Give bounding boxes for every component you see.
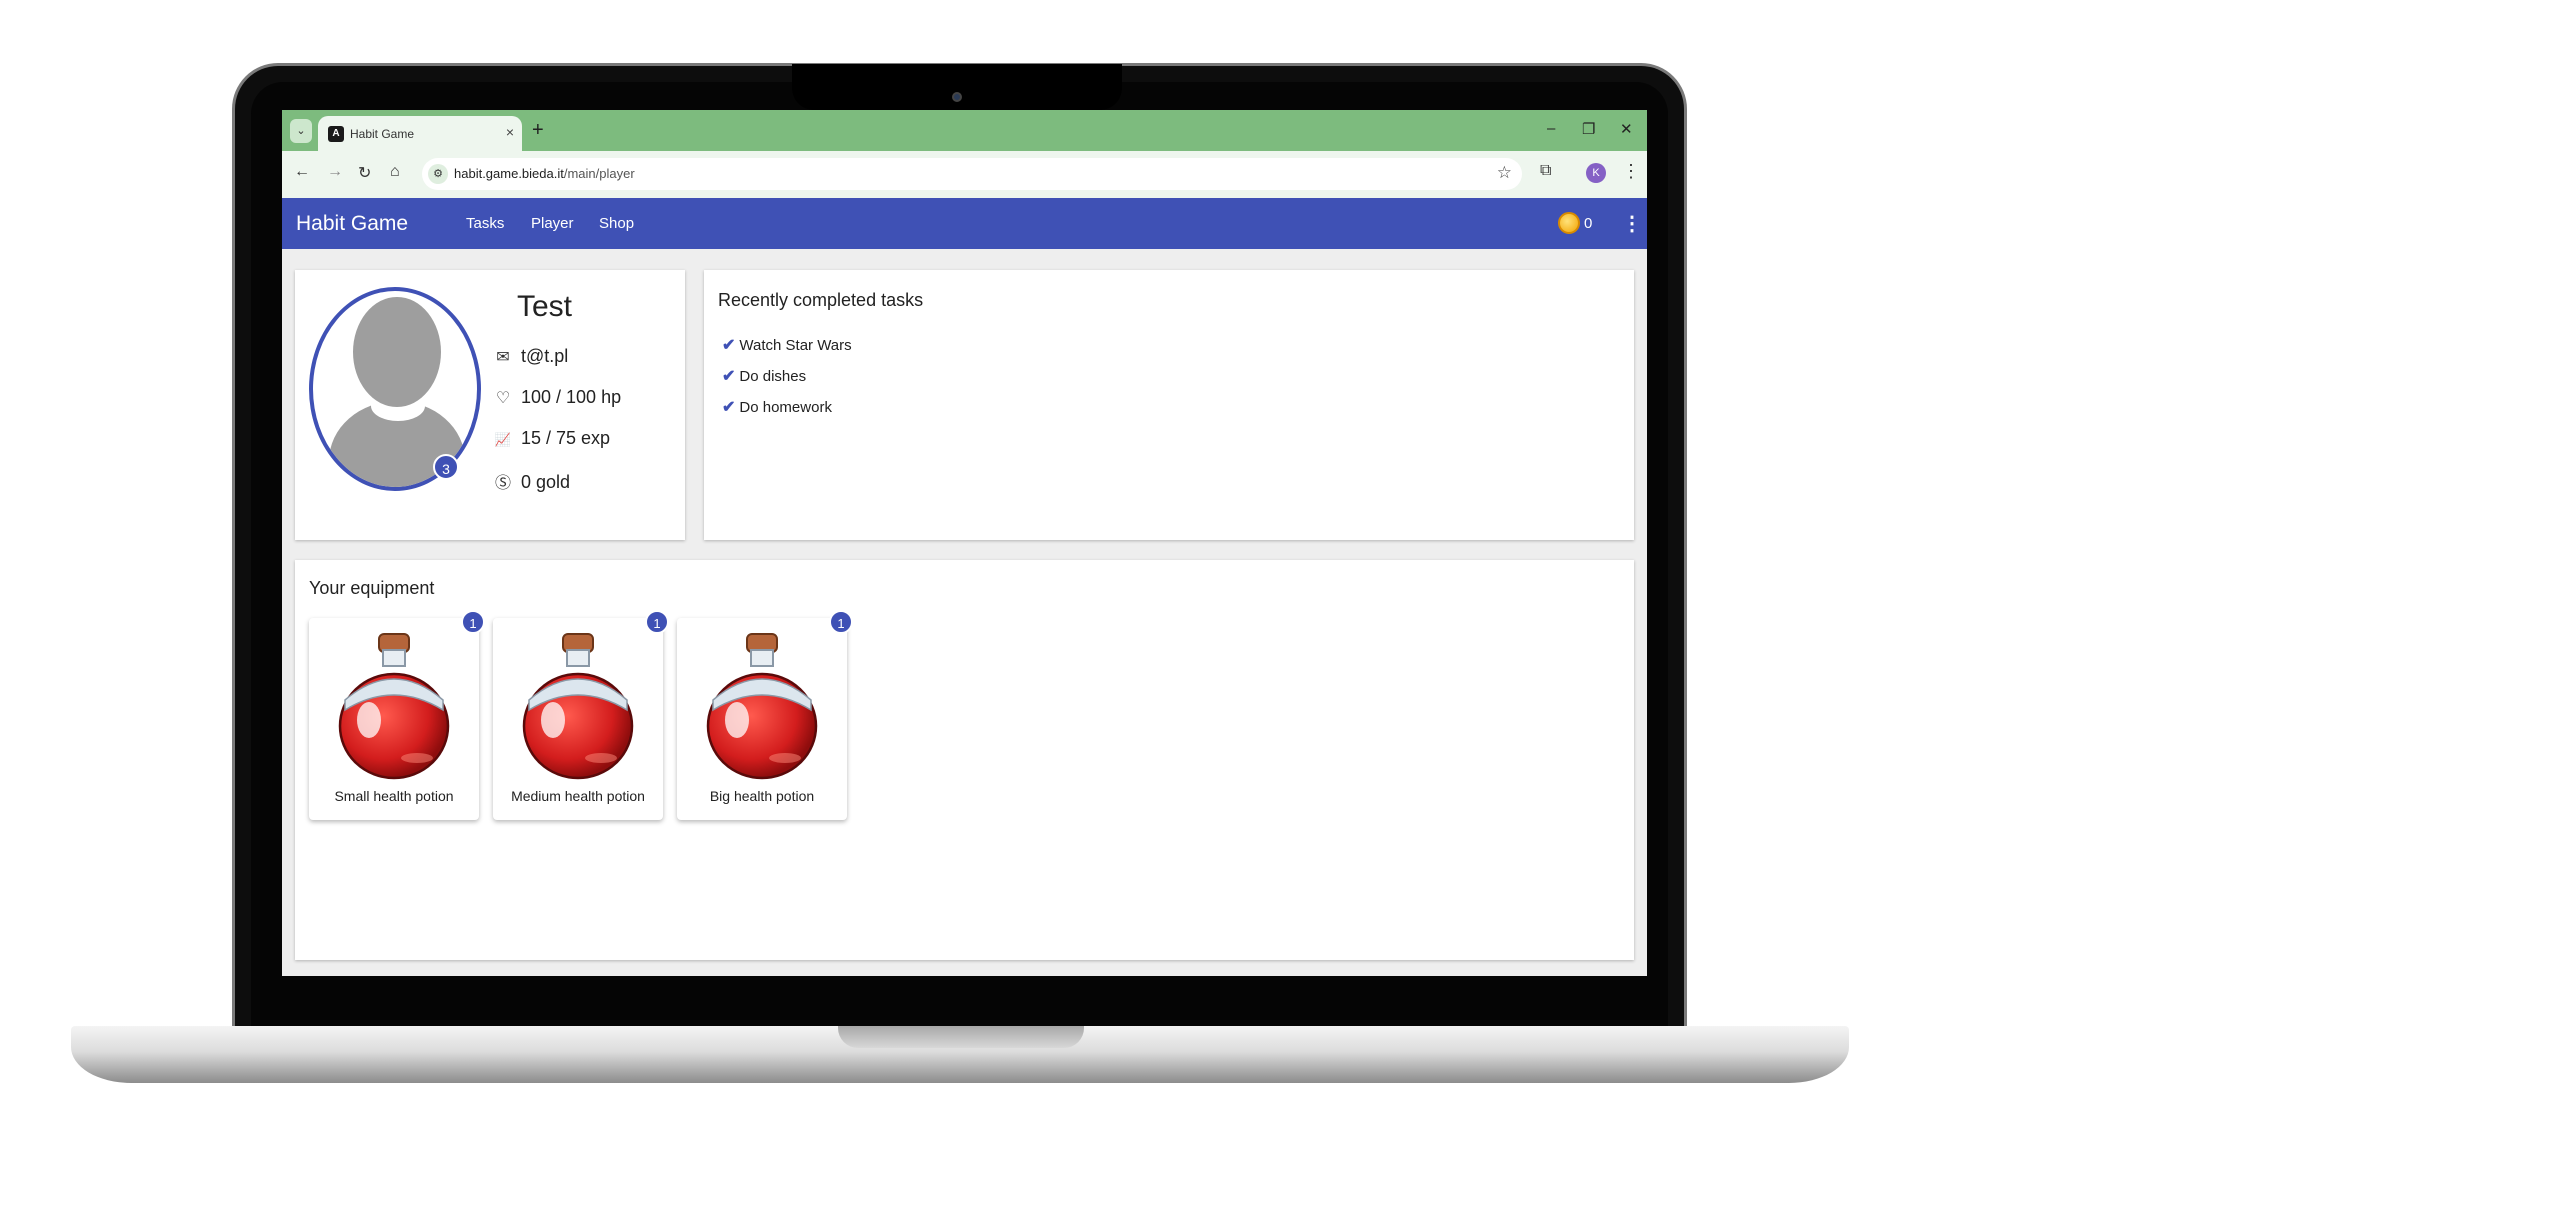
player-profile-card: 3 Test ✉ t@t.pl ♡ 100 / 100 hp 📈 15 / 75 ex… [295, 270, 685, 540]
health-potion-icon [338, 633, 450, 780]
extensions-icon[interactable]: ⧉ [1540, 162, 1551, 180]
recent-tasks-card: Recently completed tasks ✔ Watch Star War… [704, 270, 1634, 540]
item-count-badge: 1 [461, 610, 485, 634]
level-badge: 3 [433, 454, 459, 480]
task-label: Do dishes [739, 368, 807, 385]
check-icon: ✔ [722, 337, 736, 354]
health-potion-icon [522, 633, 634, 780]
item-name: Small health potion [334, 788, 454, 804]
gold-coin-icon [1558, 212, 1580, 234]
browser-tab[interactable]: A Habit Game × [318, 116, 522, 151]
tab-title: Habit Game [350, 127, 415, 141]
equipment-heading: Your equipment [309, 578, 435, 598]
back-icon[interactable]: ← [294, 163, 310, 181]
stat-gold: Ⓢ 0 gold [491, 469, 570, 493]
exp-value: 15 / 75 exp [521, 428, 611, 448]
new-tab-button[interactable]: + [532, 119, 544, 142]
equipment-item[interactable]: 1 Big health potion [677, 610, 853, 820]
player-name: Test [517, 290, 573, 323]
webcam-icon [952, 92, 962, 102]
profile-avatar[interactable]: K [1586, 163, 1606, 183]
url-host: habit.game.bieda.it [454, 166, 564, 181]
url-text[interactable]: habit.game.bieda.it/main/player [454, 166, 635, 181]
reload-icon[interactable]: ↻ [358, 163, 371, 183]
gold-value: 0 gold [521, 472, 571, 492]
equipment-card: Your equipment 1 Small health potion 1 M… [295, 560, 1634, 960]
equipment-item[interactable]: 1 Small health potion [309, 610, 485, 820]
url-path: /main/player [563, 166, 635, 181]
close-window-button[interactable]: ✕ [1620, 120, 1633, 138]
site-info-icon[interactable]: ⚙ [428, 164, 448, 184]
item-name: Big health potion [709, 788, 815, 804]
address-bar[interactable]: ⚙ habit.game.bieda.it/main/player ☆ [422, 158, 1522, 190]
laptop-hinge-cutout [838, 1026, 1084, 1048]
forward-icon[interactable]: → [327, 163, 343, 181]
item-count-badge: 1 [829, 610, 853, 634]
bookmark-star-icon[interactable]: ☆ [1497, 163, 1512, 183]
laptop-screen: ⌄ A Habit Game × + – ❐ ✕ ← → ↻ ⌂ ⚙ habit… [282, 110, 1647, 976]
nav-shop[interactable]: Shop [599, 215, 634, 232]
hp-value: 100 / 100 hp [521, 387, 622, 407]
avatar-head [353, 297, 441, 407]
nav-tasks[interactable]: Tasks [466, 215, 504, 232]
stat-email: ✉ t@t.pl [491, 346, 568, 367]
heart-icon: ♡ [495, 390, 511, 407]
stat-hp: ♡ 100 / 100 hp [491, 387, 621, 408]
app-title[interactable]: Habit Game [296, 212, 408, 236]
recent-tasks-heading: Recently completed tasks [718, 290, 924, 310]
task-label: Do homework [739, 399, 832, 416]
task-item: ✔ Do homework [722, 397, 832, 417]
browser-menu-icon[interactable]: ⋮ [1622, 161, 1640, 182]
email-value: t@t.pl [521, 346, 569, 366]
nav-player[interactable]: Player [531, 215, 574, 232]
chart-icon: 📈 [494, 432, 512, 447]
tab-search-button[interactable]: ⌄ [290, 119, 312, 143]
task-label: Watch Star Wars [739, 337, 852, 354]
browser-tab-bar: ⌄ A Habit Game × + – ❐ ✕ [282, 110, 1647, 151]
task-item: ✔ Watch Star Wars [722, 335, 852, 355]
item-name: Medium health potion [511, 788, 645, 804]
restore-button[interactable]: ❐ [1582, 120, 1595, 138]
check-icon: ✔ [722, 368, 736, 385]
gold-balance: 0 [1584, 215, 1593, 232]
stat-exp: 📈 15 / 75 exp [491, 428, 610, 449]
app-menu-icon[interactable]: ⋮ [1622, 211, 1642, 236]
coin-icon: Ⓢ [494, 475, 511, 492]
check-icon: ✔ [722, 399, 736, 416]
app-toolbar: Habit Game Tasks Player Shop 0 ⋮ [282, 198, 1647, 249]
equipment-item[interactable]: 1 Medium health potion [493, 610, 669, 820]
email-icon: ✉ [496, 349, 510, 366]
home-icon[interactable]: ⌂ [390, 163, 400, 181]
task-item: ✔ Do dishes [722, 366, 806, 386]
minimize-button[interactable]: – [1547, 120, 1555, 137]
health-potion-icon [706, 633, 818, 780]
browser-toolbar: ← → ↻ ⌂ ⚙ habit.game.bieda.it/main/playe… [282, 151, 1647, 198]
item-count-badge: 1 [645, 610, 669, 634]
tab-close-icon[interactable]: × [506, 124, 514, 140]
angular-favicon-icon: A [328, 126, 344, 142]
laptop-notch [792, 64, 1122, 110]
